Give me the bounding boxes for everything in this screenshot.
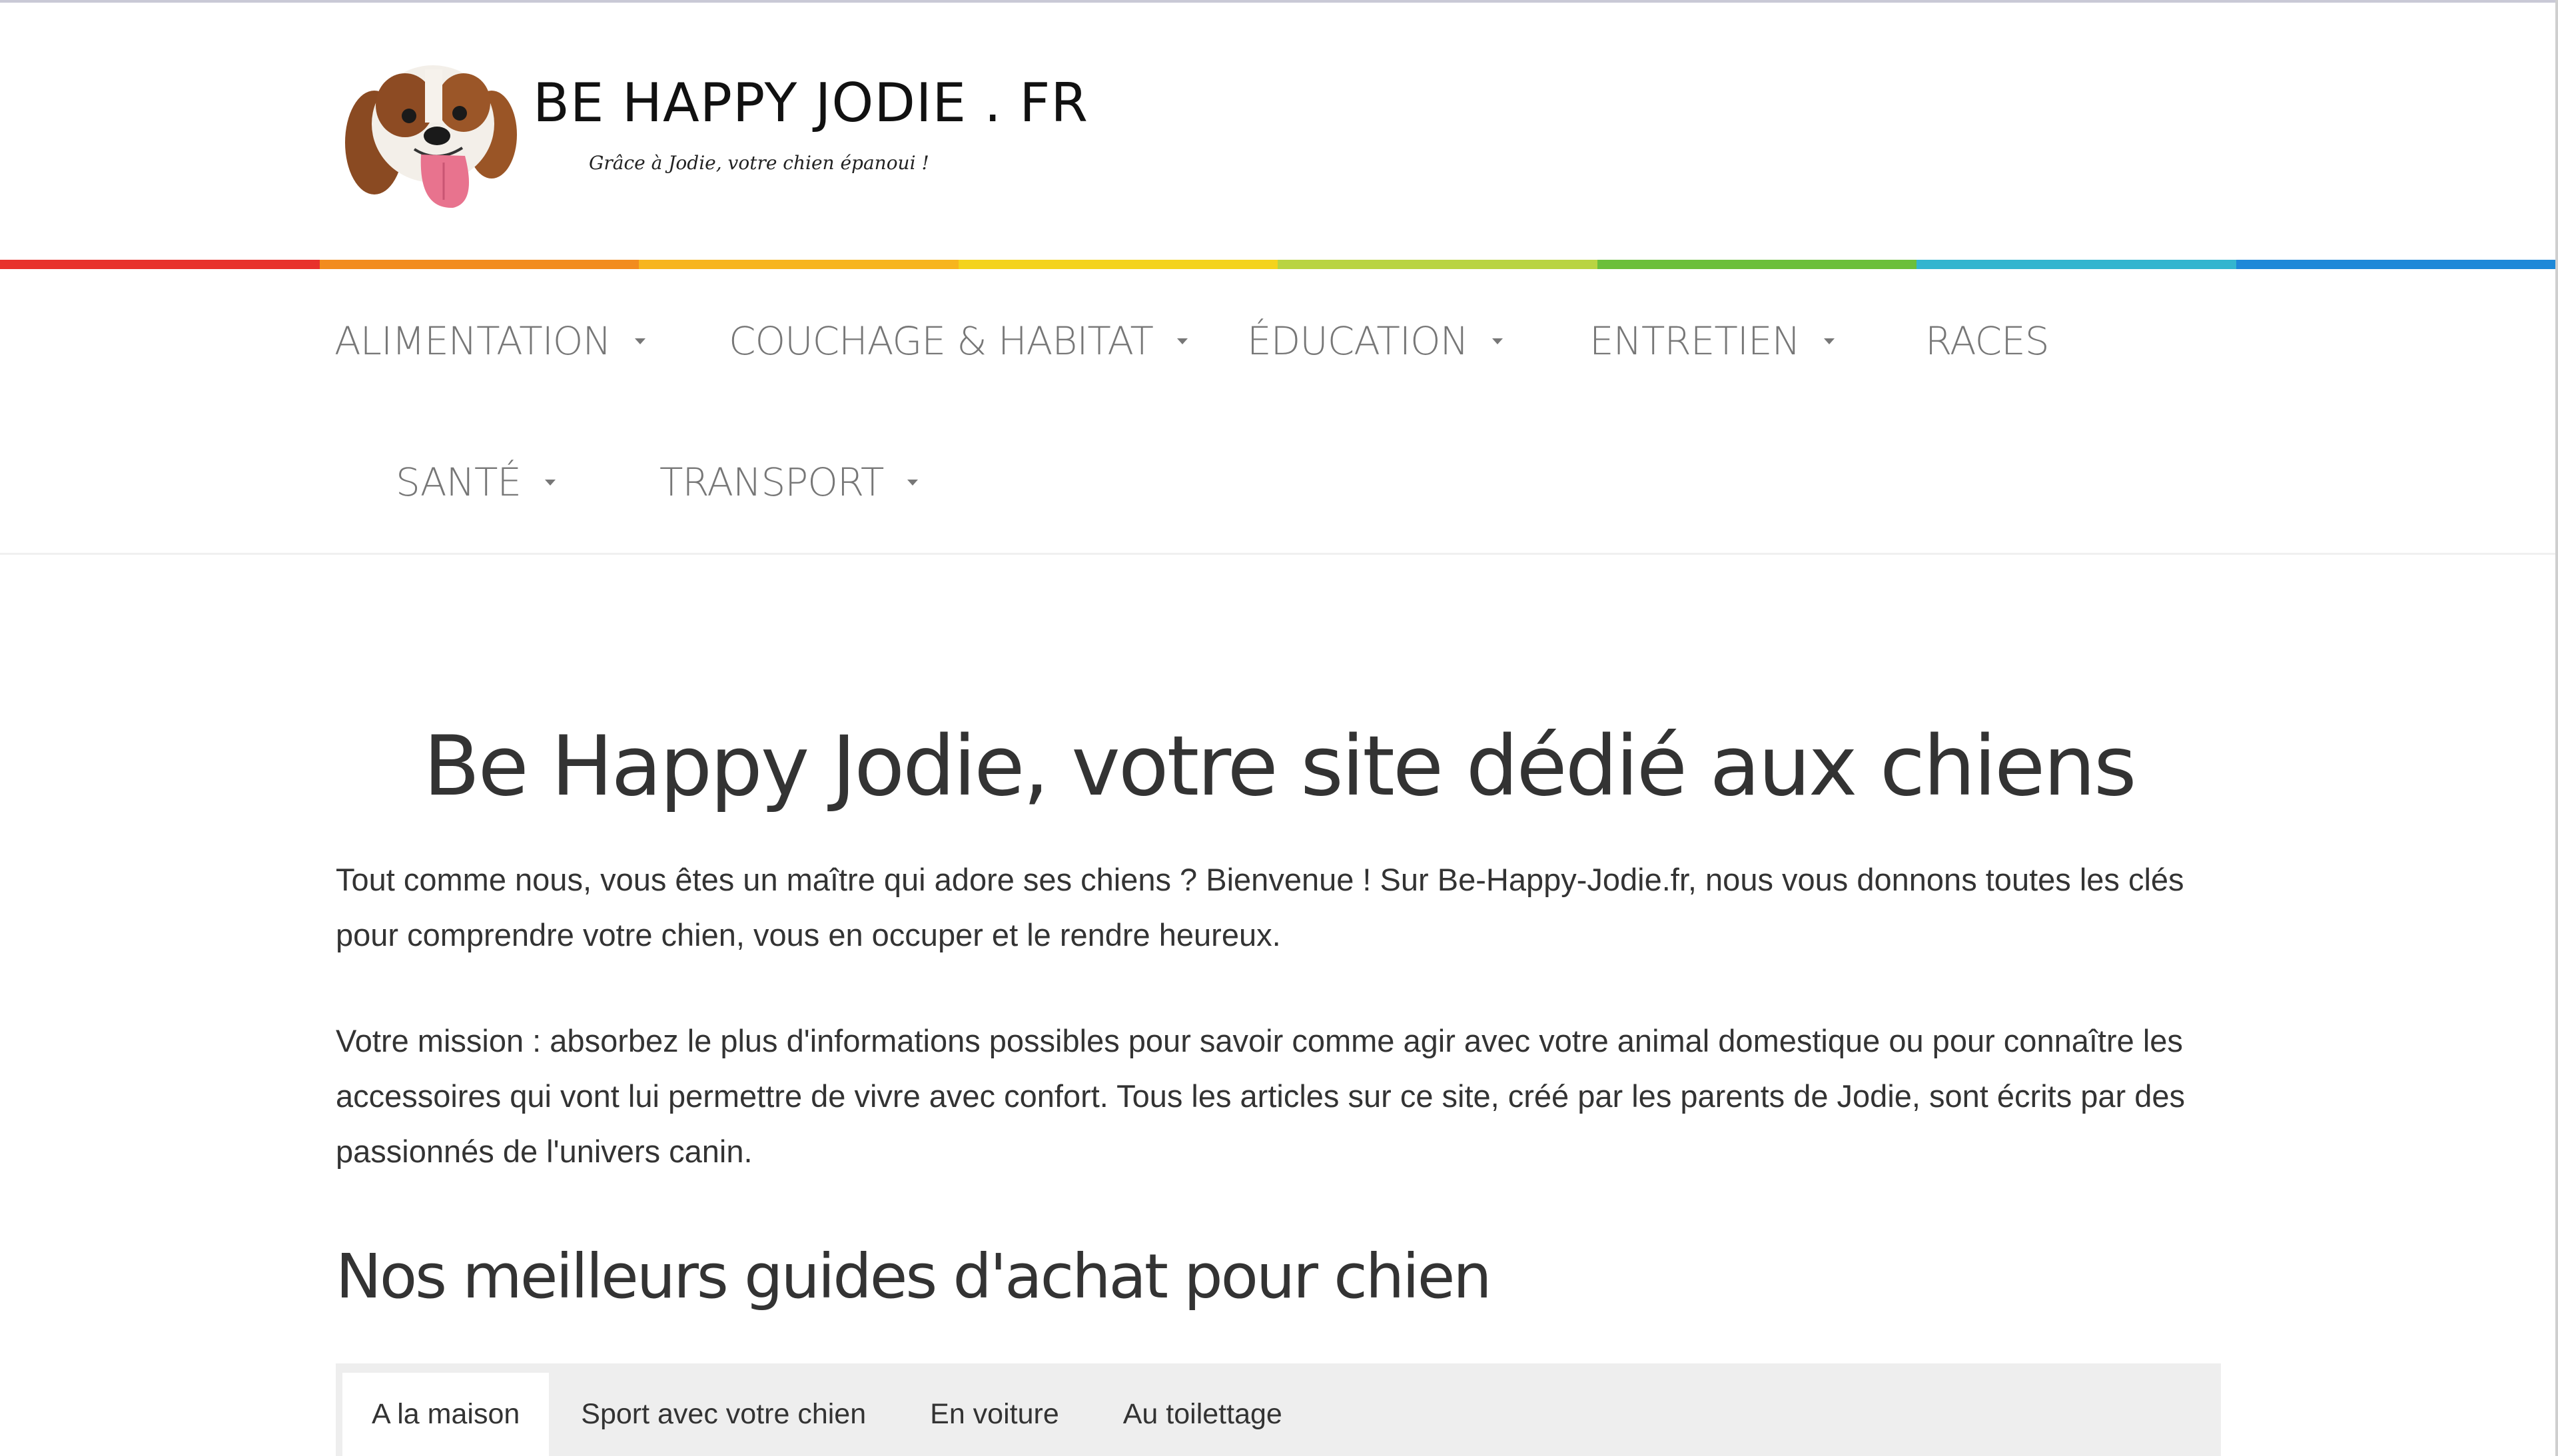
- chevron-down-icon: [907, 479, 919, 486]
- nav-item-label: ÉDUCATION: [1247, 318, 1469, 364]
- window-right-border: [2555, 0, 2558, 1456]
- guides-tab-bar: A la maison Sport avec votre chien En vo…: [336, 1363, 2221, 1456]
- nav-item-label: TRANSPORT: [659, 460, 884, 505]
- rainbow-segment-orange: [319, 260, 639, 269]
- rainbow-segment-yellow: [958, 260, 1278, 269]
- tab-a-la-maison[interactable]: A la maison: [342, 1373, 550, 1456]
- main-content: Be Happy Jodie, votre site dédié aux chi…: [0, 555, 2555, 1456]
- nav-item-education[interactable]: ÉDUCATION: [1247, 316, 1503, 366]
- rainbow-segment-lime: [1278, 260, 1597, 269]
- page-title: Be Happy Jodie, votre site dédié aux chi…: [423, 719, 2136, 815]
- nav-item-sante[interactable]: SANTÉ: [396, 457, 556, 508]
- dog-logo-icon[interactable]: [340, 49, 520, 217]
- chevron-down-icon: [634, 338, 645, 344]
- rainbow-segment-blue: [2236, 260, 2555, 269]
- nav-item-alimentation[interactable]: ALIMENTATION: [334, 316, 645, 366]
- nav-item-label: ALIMENTATION: [334, 318, 612, 364]
- nav-item-label: COUCHAGE & HABITAT: [729, 318, 1154, 364]
- rainbow-segment-red: [0, 260, 320, 269]
- tab-en-voiture[interactable]: En voiture: [898, 1373, 1091, 1456]
- rainbow-segment-amber: [639, 260, 959, 269]
- chevron-down-icon: [545, 479, 556, 486]
- rainbow-segment-cyan: [1917, 260, 2236, 269]
- nav-item-label: RACES: [1925, 318, 2050, 364]
- intro-paragraph: Tout comme nous, vous êtes un maître qui…: [336, 862, 2184, 952]
- main-navigation: ALIMENTATION COUCHAGE & HABITAT ÉDUCATIO…: [0, 269, 2555, 555]
- rainbow-divider: [0, 260, 2555, 269]
- nav-item-label: ENTRETIEN: [1589, 318, 1801, 364]
- site-title[interactable]: BE HAPPY JODIE . FR: [533, 72, 1088, 134]
- nav-item-transport[interactable]: TRANSPORT: [659, 457, 919, 508]
- nav-item-label: SANTÉ: [396, 460, 522, 505]
- chevron-down-icon: [1823, 338, 1835, 344]
- nav-item-entretien[interactable]: ENTRETIEN: [1589, 316, 1835, 366]
- rainbow-segment-green: [1597, 260, 1917, 269]
- tab-sport-avec-votre-chien[interactable]: Sport avec votre chien: [549, 1373, 898, 1456]
- chevron-down-icon: [1492, 338, 1503, 344]
- nav-item-races[interactable]: RACES: [1925, 316, 2050, 366]
- section-title: Nos meilleurs guides d'achat pour chien: [336, 1241, 1492, 1312]
- nav-item-couchage-habitat[interactable]: COUCHAGE & HABITAT: [729, 316, 1188, 366]
- mission-paragraph: Votre mission : absorbez le plus d'infor…: [336, 1023, 2186, 1169]
- chevron-down-icon: [1176, 338, 1188, 344]
- site-header: BE HAPPY JODIE . FR Grâce à Jodie, votre…: [0, 3, 2555, 260]
- site-tagline: Grâce à Jodie, votre chien épanoui !: [589, 152, 929, 174]
- tab-au-toilettage[interactable]: Au toilettage: [1091, 1373, 1314, 1456]
